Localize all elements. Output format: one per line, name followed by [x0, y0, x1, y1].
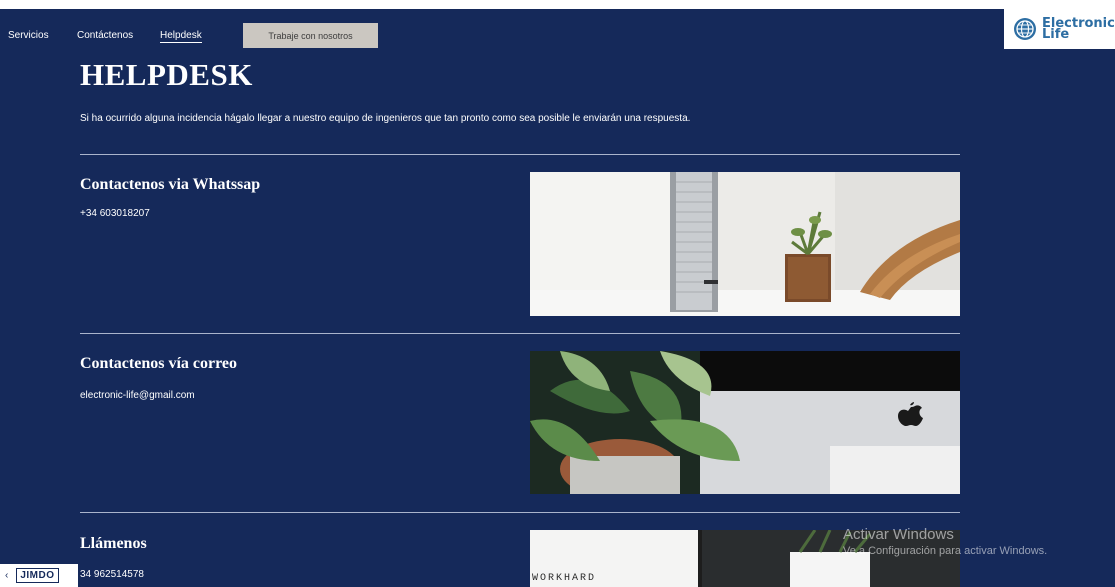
page-title: HELPDESK — [80, 57, 253, 92]
activate-windows-subtitle: Ve a Configuración para activar Windows. — [843, 545, 1048, 557]
globe-logo-icon — [1014, 18, 1036, 40]
jimdo-badge[interactable]: ‹ JIMDO — [0, 564, 78, 587]
whatsapp-number: +34 603018207 — [80, 208, 150, 219]
section-divider — [80, 512, 960, 513]
llamenos-section-title: Llámenos — [80, 535, 147, 552]
trabaje-con-nosotros-button[interactable]: Trabaje con nosotros — [243, 23, 378, 48]
llamenos-phone: 34 962514578 — [80, 569, 144, 580]
helpdesk-page: Servicios Contáctenos Helpdesk Trabaje c… — [0, 9, 1115, 587]
nav-servicios[interactable]: Servicios — [8, 30, 49, 41]
page-intro: Si ha ocurrido alguna incidencia hágalo … — [80, 113, 691, 124]
whatsapp-section-title: Contactenos via Whatssap — [80, 176, 261, 193]
top-nav: Servicios Contáctenos Helpdesk Trabaje c… — [0, 9, 1000, 49]
correo-email: electronic-life@gmail.com — [80, 390, 195, 401]
speaker-plant-image — [530, 172, 960, 316]
section-divider — [80, 154, 960, 155]
chevron-left-icon[interactable]: ‹ — [5, 570, 8, 581]
activate-windows-title: Activar Windows — [843, 526, 954, 543]
jimdo-logo: JIMDO — [16, 568, 59, 583]
electronic-life-logo[interactable]: Electronic Life — [1004, 9, 1115, 49]
workhard-text: WORKHARD — [532, 573, 596, 584]
nav-contactenos[interactable]: Contáctenos — [77, 30, 133, 41]
section-divider — [80, 333, 960, 334]
plant-imac-image — [530, 351, 960, 494]
windows-activation-watermark: Activar Windows Ve a Configuración para … — [843, 526, 1047, 557]
nav-helpdesk[interactable]: Helpdesk — [160, 30, 202, 43]
correo-section-title: Contactenos vía correo — [80, 355, 237, 372]
